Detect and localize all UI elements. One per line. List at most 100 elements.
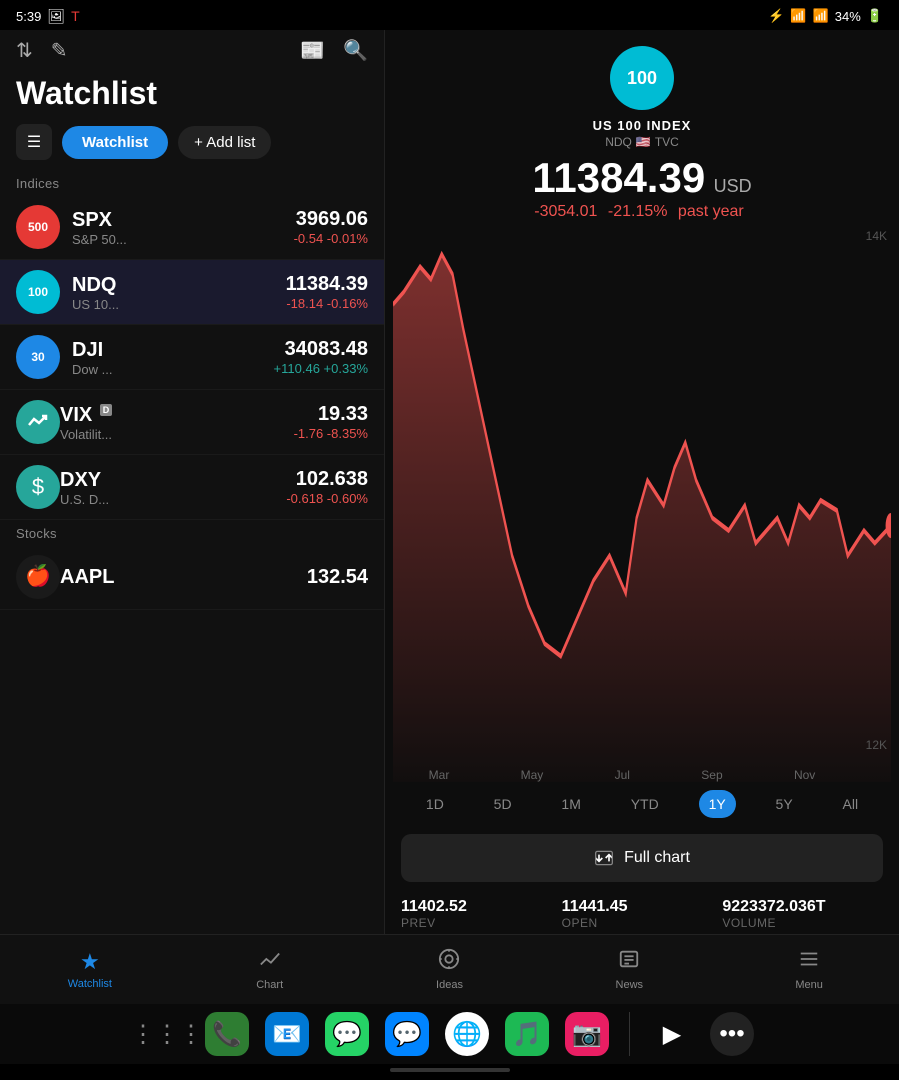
range-1m[interactable]: 1M bbox=[551, 790, 590, 818]
vix-name: Volatilit... bbox=[60, 427, 294, 442]
x-label-nov: Nov bbox=[794, 768, 815, 782]
stat-prev-value: 11402.52 bbox=[401, 898, 562, 916]
menu-nav-label: Menu bbox=[795, 979, 823, 991]
menu-nav-icon bbox=[798, 948, 820, 976]
dock-grid[interactable]: ⋮⋮⋮ bbox=[145, 1012, 189, 1056]
aapl-price: 132.54 bbox=[307, 566, 368, 589]
nav-watchlist[interactable]: ★ Watchlist bbox=[0, 935, 180, 1004]
watchlist-tab[interactable]: Watchlist bbox=[62, 126, 168, 159]
nav-news[interactable]: News bbox=[539, 935, 719, 1004]
status-tesla-icon: T bbox=[71, 8, 80, 24]
chart-nav-icon bbox=[259, 948, 281, 976]
stat-open-label: OPEN bbox=[562, 916, 723, 930]
dji-info: DJI Dow ... bbox=[72, 338, 274, 377]
x-label-mar: Mar bbox=[429, 768, 450, 782]
spx-change: -0.54 -0.01% bbox=[294, 231, 368, 246]
detail-change-period: past year bbox=[678, 203, 744, 220]
ndq-badge: 100 bbox=[16, 270, 60, 314]
vix-badge bbox=[16, 400, 60, 444]
add-list-tab[interactable]: + Add list bbox=[178, 126, 271, 159]
ndq-name: US 10... bbox=[72, 297, 286, 312]
dock-messenger[interactable]: 💬 bbox=[385, 1012, 429, 1056]
indices-label: Indices bbox=[0, 170, 384, 195]
list-item-vix[interactable]: VIX D Volatilit... 19.33 -1.76 -8.35% bbox=[0, 390, 384, 455]
menu-button[interactable]: ☰ bbox=[16, 124, 52, 160]
indices-list: 500 SPX S&P 50... 3969.06 -0.54 -0.01% 1… bbox=[0, 195, 384, 934]
time-range-bar: 1D 5D 1M YTD 1Y 5Y All bbox=[385, 782, 899, 826]
bottom-nav: ★ Watchlist Chart Ideas News Menu bbox=[0, 934, 899, 1004]
wifi-icon: 📶 bbox=[790, 8, 806, 24]
list-item-dji[interactable]: 30 DJI Dow ... 34083.48 +110.46 +0.33% bbox=[0, 325, 384, 390]
x-label-jul: Jul bbox=[615, 768, 630, 782]
watchlist-panel: ⇅ ✎ 📰 🔍 Watchlist ☰ Watchlist + Add list… bbox=[0, 30, 385, 934]
svg-text:🍎: 🍎 bbox=[25, 564, 51, 588]
range-1y[interactable]: 1Y bbox=[699, 790, 736, 818]
spx-badge: 500 bbox=[16, 205, 60, 249]
dock-more[interactable]: ••• bbox=[710, 1012, 754, 1056]
dxy-price: 102.638 bbox=[286, 468, 368, 491]
dock-phone[interactable]: 📞 bbox=[205, 1012, 249, 1056]
spx-name: S&P 50... bbox=[72, 232, 294, 247]
stat-volume-value: 9223372.036T bbox=[722, 898, 883, 916]
dock-outlook[interactable]: 📧 bbox=[265, 1012, 309, 1056]
watchlist-nav-label: Watchlist bbox=[68, 978, 112, 990]
watchlist-toolbar: ⇅ ✎ 📰 🔍 bbox=[0, 30, 384, 71]
full-chart-label: Full chart bbox=[624, 849, 690, 867]
dock-camera[interactable]: 📷 bbox=[565, 1012, 609, 1056]
dock-play[interactable]: ▶ bbox=[650, 1012, 694, 1056]
dxy-values: 102.638 -0.618 -0.60% bbox=[286, 468, 368, 506]
list-item-spx[interactable]: 500 SPX S&P 50... 3969.06 -0.54 -0.01% bbox=[0, 195, 384, 260]
aapl-info: AAPL bbox=[60, 565, 307, 589]
dji-badge: 30 bbox=[16, 335, 60, 379]
sort-icon[interactable]: ⇅ bbox=[16, 38, 33, 63]
news-nav-icon bbox=[618, 948, 640, 976]
dock-spotify[interactable]: 🎵 bbox=[505, 1012, 549, 1056]
stat-prev-label: PREV bbox=[401, 916, 562, 930]
stats-row: 11402.52 PREV 11441.45 OPEN 9223372.036T… bbox=[385, 890, 899, 934]
range-5y[interactable]: 5Y bbox=[766, 790, 803, 818]
detail-change: -3054.01 -21.15% past year bbox=[534, 203, 749, 221]
nav-menu[interactable]: Menu bbox=[719, 935, 899, 1004]
dock-whatsapp[interactable]: 💬 bbox=[325, 1012, 369, 1056]
ndq-info: NDQ US 10... bbox=[72, 273, 286, 312]
ideas-nav-label: Ideas bbox=[436, 979, 463, 991]
dock-divider bbox=[629, 1012, 630, 1056]
aapl-values: 132.54 bbox=[307, 566, 368, 589]
dji-change: +110.46 +0.33% bbox=[274, 361, 368, 376]
detail-header: 100 US 100 INDEX NDQ 🇺🇸 TVC 11384.39 USD… bbox=[385, 30, 899, 229]
full-chart-button[interactable]: Full chart bbox=[401, 834, 883, 882]
detail-change-value: -3054.01 bbox=[534, 203, 597, 220]
stat-volume: 9223372.036T VOLUME bbox=[722, 898, 883, 930]
range-1d[interactable]: 1D bbox=[416, 790, 454, 818]
dji-name: Dow ... bbox=[72, 362, 274, 377]
status-right: ⚡ 📶 📶 34% 🔋 bbox=[768, 8, 883, 24]
x-axis-labels: Mar May Jul Sep Nov bbox=[393, 768, 851, 782]
status-gallery-icon: 🖼 bbox=[47, 8, 65, 25]
main-layout: ⇅ ✎ 📰 🔍 Watchlist ☰ Watchlist + Add list… bbox=[0, 30, 899, 934]
bluetooth-icon: ⚡ bbox=[768, 8, 784, 24]
vix-d-badge: D bbox=[100, 404, 113, 416]
range-ytd[interactable]: YTD bbox=[621, 790, 669, 818]
search-icon[interactable]: 🔍 bbox=[343, 38, 368, 63]
spx-price: 3969.06 bbox=[294, 208, 368, 231]
edit-icon[interactable]: ✎ bbox=[51, 38, 68, 63]
detail-source-flag: 🇺🇸 bbox=[636, 135, 651, 149]
app-dock: ⋮⋮⋮ 📞 📧 💬 💬 🌐 🎵 📷 ▶ ••• bbox=[0, 1004, 899, 1064]
list-item-dxy[interactable]: $ DXY U.S. D... 102.638 -0.618 -0.60% bbox=[0, 455, 384, 520]
nav-ideas[interactable]: Ideas bbox=[360, 935, 540, 1004]
list-item-aapl[interactable]: 🍎 AAPL 132.54 bbox=[0, 545, 384, 610]
news-toolbar-icon[interactable]: 📰 bbox=[300, 38, 325, 63]
vix-info: VIX D Volatilit... bbox=[60, 403, 294, 442]
stat-open: 11441.45 OPEN bbox=[562, 898, 723, 930]
price-chart bbox=[393, 229, 891, 782]
news-nav-label: News bbox=[616, 979, 644, 991]
range-all[interactable]: All bbox=[833, 790, 869, 818]
detail-badge: 100 bbox=[610, 46, 674, 110]
list-item-ndq[interactable]: 100 NDQ US 10... 11384.39 -18.14 -0.16% bbox=[0, 260, 384, 325]
ndq-ticker: NDQ bbox=[72, 273, 286, 297]
ideas-nav-icon bbox=[438, 948, 460, 976]
detail-source: NDQ 🇺🇸 TVC bbox=[605, 135, 679, 149]
range-5d[interactable]: 5D bbox=[484, 790, 522, 818]
nav-chart[interactable]: Chart bbox=[180, 935, 360, 1004]
dock-chrome[interactable]: 🌐 bbox=[445, 1012, 489, 1056]
